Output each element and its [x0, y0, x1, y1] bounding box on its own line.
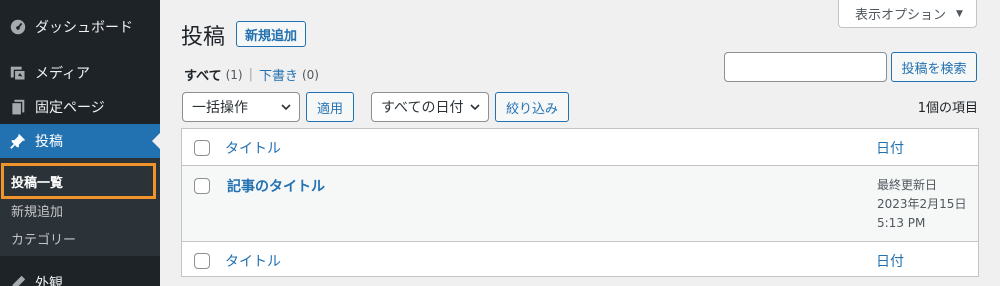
sidebar-item-posts[interactable]: 投稿	[0, 124, 160, 158]
filter-all-count: (1)	[225, 67, 243, 82]
items-count: 1個の項目	[917, 101, 978, 116]
sidebar-item-appearance[interactable]: 外観	[0, 266, 160, 286]
date-filter-value: すべての日付	[381, 100, 464, 116]
filter-button[interactable]: 絞り込み	[495, 92, 569, 122]
select-all-checkbox[interactable]	[194, 140, 210, 156]
filter-drafts-count: (0)	[301, 67, 319, 82]
sidebar-item-label: 固定ページ	[35, 100, 105, 116]
filter-drafts[interactable]: 下書き	[259, 65, 298, 84]
row-checkbox[interactable]	[194, 178, 210, 194]
posts-table: タイトル 日付 記事のタイトル 最終更新日 2023年2月15日 5:13 PM…	[181, 128, 979, 277]
bulk-action-select[interactable]: 一括操作	[182, 92, 300, 122]
column-date-footer[interactable]: 日付	[876, 251, 904, 271]
table-row: 記事のタイトル 最終更新日 2023年2月15日 5:13 PM	[182, 166, 978, 241]
sidebar-item-label: 投稿	[35, 134, 63, 150]
column-title-footer[interactable]: タイトル	[225, 251, 281, 271]
highlight-box	[1, 163, 156, 199]
post-title-link[interactable]: 記事のタイトル	[227, 176, 325, 196]
submenu-item-categories[interactable]: カテゴリー	[0, 229, 160, 248]
status-filters: すべて (1) | 下書き (0)	[184, 65, 319, 84]
sidebar-item-label: メディア	[35, 66, 91, 82]
date-filter-select[interactable]: すべての日付	[371, 92, 489, 122]
sidebar-item-pages[interactable]: 固定ページ	[0, 90, 160, 124]
media-icon	[8, 63, 28, 83]
sidebar-item-dashboard[interactable]: ダッシュボード	[0, 10, 160, 44]
appearance-icon	[8, 273, 28, 286]
date-value: 2023年2月15日	[877, 197, 967, 211]
time-value: 5:13 PM	[877, 216, 926, 230]
table-header: タイトル 日付	[182, 129, 978, 166]
column-date-header[interactable]: 日付	[876, 138, 904, 158]
caret-down-icon: ▼	[956, 8, 963, 19]
apply-button[interactable]: 適用	[306, 92, 354, 122]
sidebar-item-label: 外観	[35, 276, 63, 286]
pin-icon	[8, 131, 28, 151]
table-footer: タイトル 日付	[182, 241, 978, 277]
screen-options-button[interactable]: 表示オプション ▼	[838, 0, 977, 28]
date-cell: 最終更新日 2023年2月15日 5:13 PM	[877, 176, 966, 233]
filter-all[interactable]: すべて	[184, 65, 222, 84]
search-posts-button[interactable]: 投稿を検索	[891, 52, 977, 82]
chevron-down-icon	[281, 104, 291, 111]
admin-sidebar: ダッシュボード メディア 固定ページ 投稿 投稿一覧 新規追加 カテゴリー 外観	[0, 0, 160, 286]
sidebar-item-media[interactable]: メディア	[0, 56, 160, 90]
screen-options-label: 表示オプション	[855, 8, 947, 23]
chevron-down-icon	[470, 104, 480, 111]
submenu-item-add-new[interactable]: 新規追加	[0, 201, 160, 220]
sidebar-item-label: ダッシュボード	[35, 20, 133, 36]
pages-icon	[8, 97, 28, 117]
page-title: 投稿	[181, 25, 226, 50]
date-status: 最終更新日	[877, 178, 938, 192]
separator: |	[248, 67, 253, 82]
search-input[interactable]	[724, 52, 887, 82]
column-title-header[interactable]: タイトル	[225, 138, 281, 158]
select-all-checkbox-footer[interactable]	[194, 253, 210, 269]
add-new-button[interactable]: 新規追加	[236, 21, 307, 47]
bulk-action-value: 一括操作	[192, 100, 248, 116]
dashboard-icon	[8, 17, 28, 37]
